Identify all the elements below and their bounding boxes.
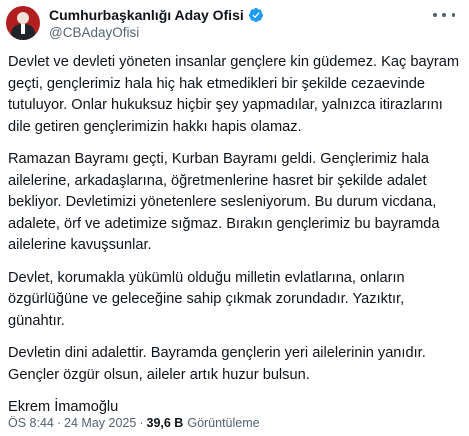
- tweet-paragraph-3: Devlet, korumakla yükümlü olduğu milleti…: [8, 269, 405, 329]
- tweet-text: Devlet ve devleti yöneten insanlar gençl…: [8, 52, 463, 430]
- more-options-icon[interactable]: [433, 8, 455, 22]
- user-handle[interactable]: @CBAdayOfisi: [49, 25, 139, 40]
- views-label: Görüntüleme: [187, 416, 260, 430]
- author-name-row: Cumhurbaşkanlığı Aday Ofisi: [49, 6, 264, 24]
- tweet-paragraph-1: Devlet ve devleti yöneten insanlar gençl…: [8, 54, 460, 135]
- tweet-time[interactable]: ÖS 8:44: [8, 416, 54, 430]
- tweet-metadata: ÖS 8:44 · 24 May 2025 · 39,6 B Görüntüle…: [8, 416, 260, 430]
- meta-separator-2: ·: [139, 416, 144, 430]
- tweet-paragraph-2: Ramazan Bayramı geçti, Kurban Bayramı ge…: [8, 151, 440, 253]
- tweet-date[interactable]: 24 May 2025: [64, 416, 136, 430]
- avatar[interactable]: [6, 6, 40, 40]
- display-name[interactable]: Cumhurbaşkanlığı Aday Ofisi: [49, 7, 244, 23]
- views-count: 39,6 B: [146, 416, 184, 430]
- meta-separator: ·: [56, 416, 62, 430]
- verified-badge-icon: [248, 8, 263, 22]
- tweet-header: Cumhurbaşkanlığı Aday Ofisi @CBAdayOfisi: [0, 0, 469, 52]
- tweet-paragraph-4: Devletin dini adalettir. Bayramda gençle…: [8, 345, 426, 383]
